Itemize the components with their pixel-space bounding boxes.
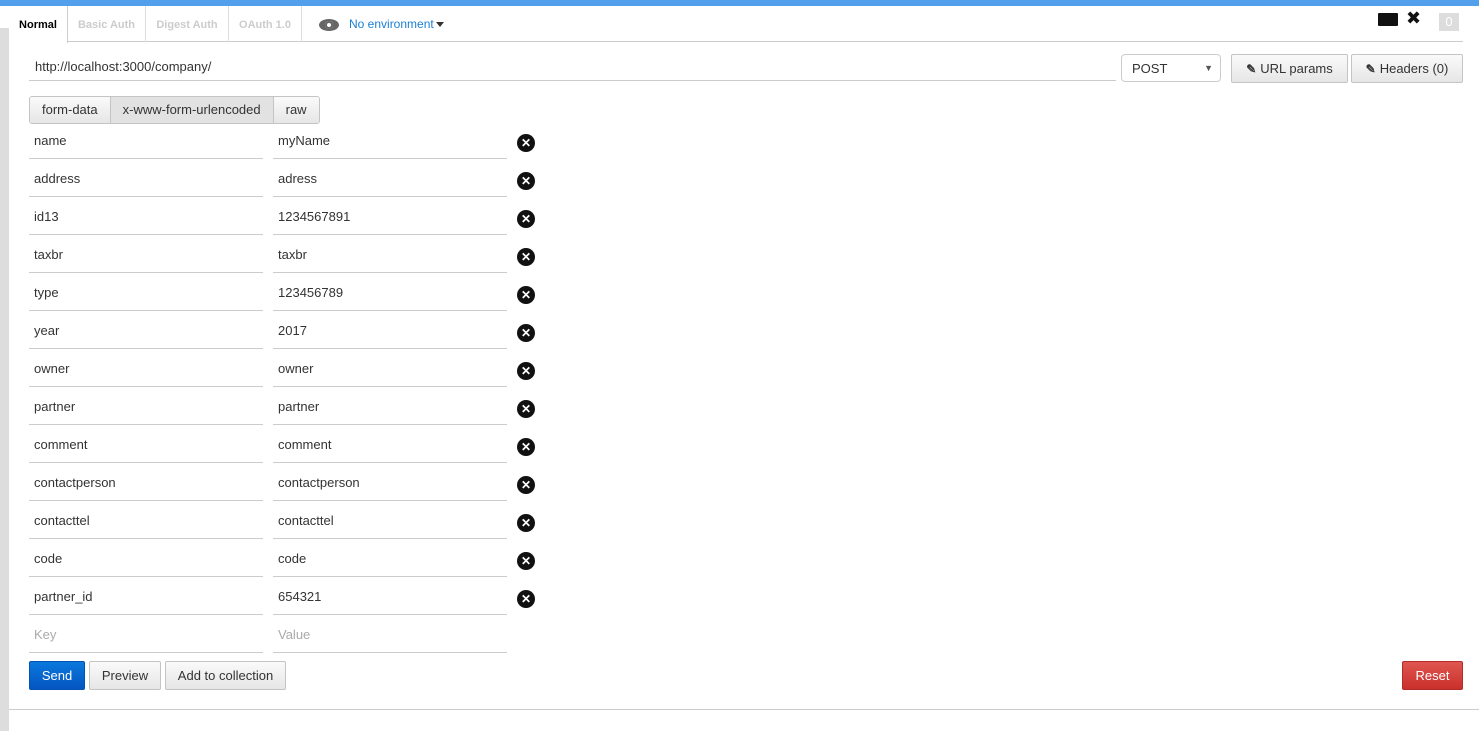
environment-label: No environment <box>349 17 434 31</box>
headers-label: Headers (0) <box>1379 61 1449 76</box>
reset-button[interactable]: Reset <box>1402 661 1463 690</box>
url-params-label: URL params <box>1260 61 1333 76</box>
remove-param-icon[interactable]: ✕ <box>517 134 535 152</box>
tab-normal[interactable]: Normal <box>9 6 68 43</box>
body-type-urlencoded[interactable]: x-www-form-urlencoded <box>110 97 274 123</box>
divider <box>9 709 1479 710</box>
remove-param-icon[interactable]: ✕ <box>517 514 535 532</box>
value-input[interactable]: contacttel <box>273 511 507 539</box>
sidebar-scrollbar[interactable] <box>0 28 9 731</box>
value-input[interactable]: 1234567891 <box>273 207 507 235</box>
edit-icon: ✎ <box>1246 62 1257 76</box>
notification-badge[interactable]: 0 <box>1439 13 1459 31</box>
key-input[interactable]: Key <box>29 625 263 653</box>
headers-button[interactable]: ✎ Headers (0) <box>1351 54 1463 83</box>
remove-param-icon[interactable]: ✕ <box>517 400 535 418</box>
environment-selector[interactable]: No environment <box>319 6 444 42</box>
method-select[interactable]: POST ▼ <box>1121 54 1221 82</box>
remove-param-icon[interactable]: ✕ <box>517 476 535 494</box>
caret-down-icon <box>435 22 444 28</box>
keyboard-icon[interactable] <box>1378 13 1398 26</box>
preview-button[interactable]: Preview <box>89 661 161 690</box>
key-input[interactable]: code <box>29 549 263 577</box>
value-input[interactable]: adress <box>273 169 507 197</box>
key-input[interactable]: id13 <box>29 207 263 235</box>
key-input[interactable]: type <box>29 283 263 311</box>
tab-digest-auth[interactable]: Digest Auth <box>146 6 229 42</box>
remove-param-icon[interactable]: ✕ <box>517 438 535 456</box>
method-value: POST <box>1132 61 1168 76</box>
remove-param-icon[interactable]: ✕ <box>517 210 535 228</box>
remove-param-icon[interactable]: ✕ <box>517 286 535 304</box>
eye-icon <box>319 18 339 31</box>
value-input[interactable]: contactperson <box>273 473 507 501</box>
remove-param-icon[interactable]: ✕ <box>517 248 535 266</box>
key-input[interactable]: address <box>29 169 263 197</box>
value-input[interactable]: Value <box>273 625 507 653</box>
key-input[interactable]: partner <box>29 397 263 425</box>
value-input[interactable]: comment <box>273 435 507 463</box>
dropdown-arrow-icon: ▼ <box>1204 63 1213 73</box>
key-input[interactable]: taxbr <box>29 245 263 273</box>
value-input[interactable]: 123456789 <box>273 283 507 311</box>
key-input[interactable]: partner_id <box>29 587 263 615</box>
key-input[interactable]: comment <box>29 435 263 463</box>
url-params-button[interactable]: ✎ URL params <box>1231 54 1348 83</box>
value-input[interactable]: 654321 <box>273 587 507 615</box>
remove-param-icon[interactable]: ✕ <box>517 172 535 190</box>
send-button[interactable]: Send <box>29 661 85 690</box>
value-input[interactable]: 2017 <box>273 321 507 349</box>
value-input[interactable]: myName <box>273 131 507 159</box>
body-type-raw[interactable]: raw <box>273 97 319 123</box>
edit-icon: ✎ <box>1365 62 1376 76</box>
remove-param-icon[interactable]: ✕ <box>517 362 535 380</box>
value-input[interactable]: partner <box>273 397 507 425</box>
body-type-selector: form-data x-www-form-urlencoded raw <box>29 96 320 124</box>
body-type-form-data[interactable]: form-data <box>30 97 111 123</box>
remove-param-icon[interactable]: ✕ <box>517 590 535 608</box>
key-input[interactable]: name <box>29 131 263 159</box>
key-input[interactable]: contacttel <box>29 511 263 539</box>
key-input[interactable]: contactperson <box>29 473 263 501</box>
key-input[interactable]: year <box>29 321 263 349</box>
remove-param-icon[interactable]: ✕ <box>517 324 535 342</box>
add-to-collection-button[interactable]: Add to collection <box>165 661 286 690</box>
value-input[interactable]: owner <box>273 359 507 387</box>
value-input[interactable]: code <box>273 549 507 577</box>
value-input[interactable]: taxbr <box>273 245 507 273</box>
url-input[interactable]: http://localhost:3000/company/ <box>29 55 1116 81</box>
wrench-icon[interactable]: ✖ <box>1406 8 1421 29</box>
key-input[interactable]: owner <box>29 359 263 387</box>
remove-param-icon[interactable]: ✕ <box>517 552 535 570</box>
tab-oauth[interactable]: OAuth 1.0 <box>229 6 302 42</box>
auth-tabs: Normal Basic Auth Digest Auth OAuth 1.0 … <box>9 6 1463 43</box>
tab-basic-auth[interactable]: Basic Auth <box>68 6 146 42</box>
